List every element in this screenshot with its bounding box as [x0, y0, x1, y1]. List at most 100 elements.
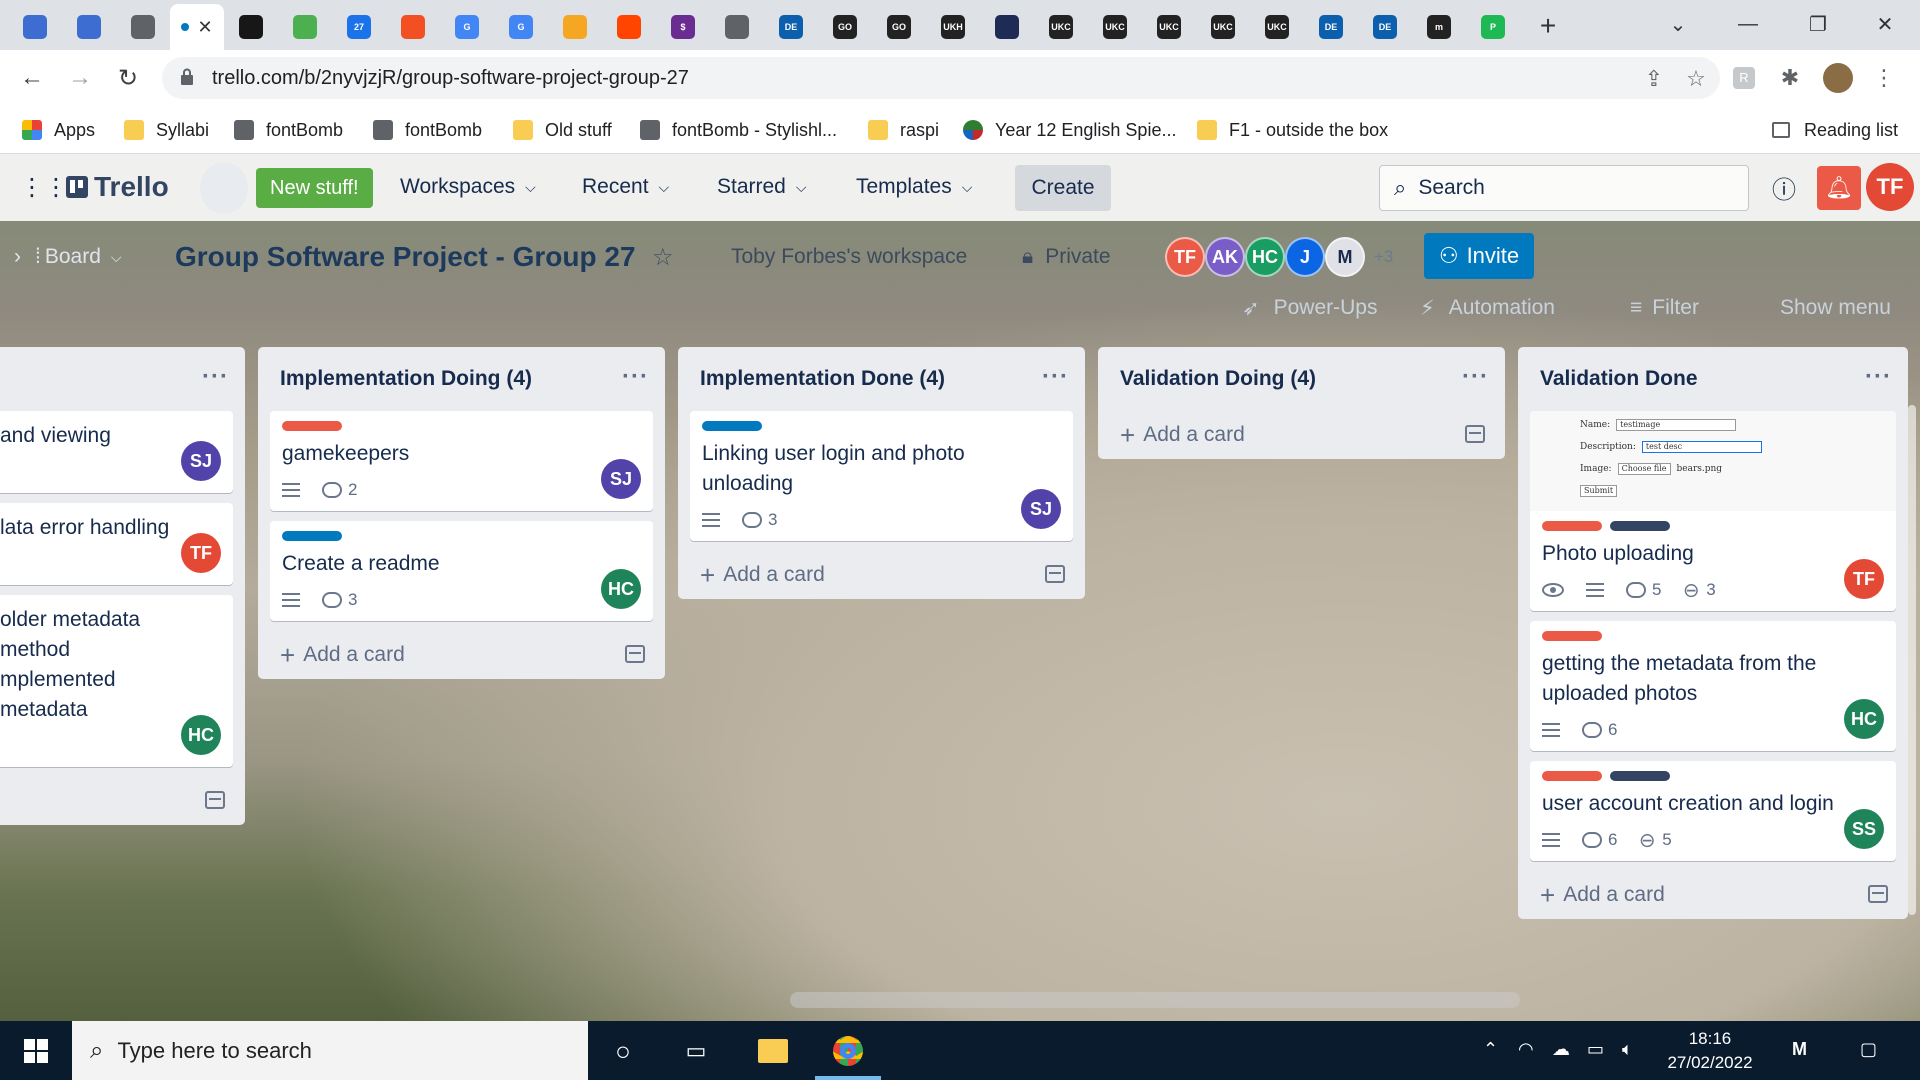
board-title[interactable]: Group Software Project - Group 27 — [175, 241, 636, 273]
show-menu-button[interactable]: Show menu — [1780, 291, 1891, 325]
browser-tab[interactable]: UKC — [1250, 4, 1304, 50]
cortana-icon[interactable]: ○ — [607, 1035, 639, 1067]
app-m-icon[interactable]: M — [1792, 1039, 1807, 1060]
reading-list-button[interactable]: Reading list — [1772, 116, 1898, 144]
bookmark-item[interactable]: Apps — [22, 116, 95, 144]
recent-menu[interactable]: Recent ⌵ — [572, 164, 679, 210]
templates-menu[interactable]: Templates ⌵ — [846, 164, 982, 210]
member-avatar[interactable]: M — [1325, 237, 1365, 277]
bookmark-item[interactable]: Old stuff — [513, 116, 612, 144]
share-icon[interactable]: ⇪ — [1640, 65, 1668, 93]
bookmark-item[interactable]: Syllabi — [124, 116, 209, 144]
list-menu-icon[interactable]: ··· — [1462, 363, 1489, 391]
bookmark-item[interactable]: Year 12 English Spie... — [963, 116, 1176, 144]
reload-icon[interactable]: ↻ — [110, 60, 146, 96]
card-member-avatar[interactable]: TF — [181, 533, 221, 573]
add-card-button[interactable]: + Add a card — [1098, 411, 1505, 459]
list-menu-icon[interactable]: ··· — [622, 363, 649, 391]
browser-tab[interactable]: 27 — [332, 4, 386, 50]
browser-tab[interactable]: UKC — [1034, 4, 1088, 50]
card-member-avatar[interactable]: SS — [1844, 809, 1884, 849]
browser-menu-icon[interactable]: ⋮ — [1868, 62, 1900, 94]
bookmark-item[interactable]: F1 - outside the box — [1197, 116, 1388, 144]
info-icon[interactable]: ⓘ — [1762, 164, 1806, 210]
browser-tab[interactable]: m — [1412, 4, 1466, 50]
card[interactable]: Name: testimage Description: test desc Image… — [1530, 411, 1896, 611]
browser-tab[interactable]: P — [1466, 4, 1520, 50]
star-board-icon[interactable]: ☆ — [652, 243, 674, 272]
member-avatar[interactable]: TF — [1165, 237, 1205, 277]
card-label[interactable] — [702, 421, 762, 431]
browser-tab[interactable] — [278, 4, 332, 50]
automation-button[interactable]: ⚡︎ Automation — [1420, 291, 1555, 325]
task-view-icon[interactable]: ▭ — [680, 1035, 712, 1067]
create-button[interactable]: Create — [1015, 165, 1111, 211]
bookmark-item[interactable]: raspi — [868, 116, 939, 144]
card[interactable]: Create a readme 3 HC — [270, 521, 653, 621]
browser-tab[interactable] — [980, 4, 1034, 50]
address-bar[interactable]: trello.com/b/2nyvjzjR/group-software-pro… — [162, 57, 1720, 99]
list-menu-icon[interactable]: ··· — [1042, 363, 1069, 391]
add-card-button[interactable]: + Add a card — [678, 551, 1085, 599]
browser-tab[interactable] — [8, 4, 62, 50]
bookmark-item[interactable]: fontBomb - Stylishl... — [640, 116, 837, 144]
forward-arrow-icon[interactable]: → — [62, 60, 98, 96]
workspace-button[interactable]: Toby Forbes's workspace — [731, 245, 967, 269]
back-arrow-icon[interactable]: ← — [14, 60, 50, 96]
browser-tab[interactable]: UKC — [1142, 4, 1196, 50]
card-member-avatar[interactable]: SJ — [601, 459, 641, 499]
board-members[interactable]: TF AK HC J M — [1165, 237, 1365, 277]
member-avatar[interactable]: J — [1285, 237, 1325, 277]
restore-icon[interactable]: ❐ — [1795, 6, 1841, 42]
minimize-icon[interactable]: — — [1725, 6, 1771, 42]
battery-icon[interactable]: ▭ — [1587, 1039, 1604, 1060]
list-menu-icon[interactable]: ··· — [1865, 363, 1892, 391]
volume-icon[interactable]: 🔈︎ — [1622, 1039, 1633, 1060]
chrome-taskbar-icon[interactable] — [832, 1035, 864, 1067]
member-avatar[interactable]: AK — [1205, 237, 1245, 277]
starred-menu[interactable]: Starred ⌵ — [707, 164, 817, 210]
onedrive-icon[interactable]: ☁ — [1552, 1039, 1570, 1060]
search-input[interactable]: ⌕ Search — [1379, 165, 1749, 211]
card-member-avatar[interactable]: HC — [181, 715, 221, 755]
profile-avatar[interactable] — [1822, 62, 1854, 94]
browser-tab[interactable]: $ — [656, 4, 710, 50]
add-card-button[interactable]: + Add a card — [258, 631, 665, 679]
browser-tab[interactable]: DE — [1304, 4, 1358, 50]
file-explorer-icon[interactable] — [757, 1035, 789, 1067]
card-member-avatar[interactable]: SJ — [181, 441, 221, 481]
star-bookmark-icon[interactable]: ☆ — [1682, 65, 1710, 93]
list-header[interactable]: Implementation Done (4) ··· — [678, 347, 1085, 411]
browser-tab[interactable] — [62, 4, 116, 50]
card[interactable]: older metadata method mplemented metadat… — [0, 595, 233, 767]
card-label[interactable] — [1610, 771, 1670, 781]
bookmark-item[interactable]: fontBomb — [373, 116, 482, 144]
extension-r-icon[interactable]: R — [1728, 62, 1760, 94]
add-card-button[interactable] — [0, 777, 245, 825]
browser-tab[interactable]: GO — [872, 4, 926, 50]
list-header[interactable]: Validation Doing (4) ··· — [1098, 347, 1505, 411]
browser-tab[interactable]: G — [440, 4, 494, 50]
close-tab-icon[interactable]: ✕ — [197, 17, 212, 38]
show-hidden-icons-icon[interactable]: ⌃ — [1483, 1039, 1498, 1060]
card[interactable]: gamekeepers 2 SJ — [270, 411, 653, 511]
card-template-icon[interactable] — [1045, 565, 1065, 583]
card-label[interactable] — [1542, 521, 1602, 531]
new-stuff-button[interactable]: New stuff! — [256, 168, 373, 208]
notifications-bell-icon[interactable]: 🔔︎ — [1817, 166, 1861, 210]
windows-start-icon[interactable] — [20, 1035, 52, 1067]
visibility-button[interactable]: 🔒︎ Private — [1022, 245, 1111, 269]
power-ups-button[interactable]: ➶ Power-Ups — [1242, 291, 1377, 325]
card[interactable]: and viewing SJ — [0, 411, 233, 493]
card[interactable]: Linking user login and photo unloading 3 S… — [690, 411, 1073, 541]
card-member-avatar[interactable]: SJ — [1021, 489, 1061, 529]
list-menu-icon[interactable]: ··· — [202, 363, 229, 391]
list-header[interactable]: Validation Done ··· — [1518, 347, 1908, 411]
close-window-icon[interactable]: ✕ — [1862, 6, 1908, 42]
extensions-puzzle-icon[interactable]: ✱ — [1774, 62, 1806, 94]
browser-tab[interactable] — [548, 4, 602, 50]
card-label[interactable] — [1542, 771, 1602, 781]
browser-tab[interactable] — [710, 4, 764, 50]
card-template-icon[interactable] — [1465, 425, 1485, 443]
browser-tab[interactable]: UKC — [1088, 4, 1142, 50]
